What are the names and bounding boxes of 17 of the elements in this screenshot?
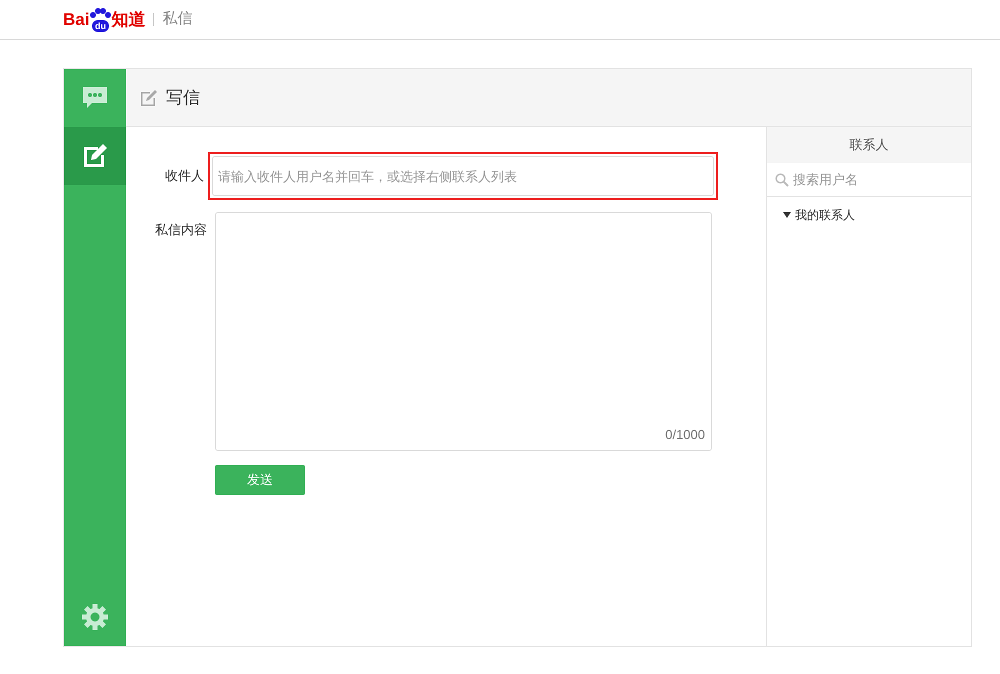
- search-icon: [775, 172, 789, 186]
- sidebar-item[interactable]: [64, 127, 126, 185]
- contacts-title: 联系人: [767, 127, 971, 163]
- field-label: 收件人: [164, 167, 205, 186]
- chat-bubble-icon: [82, 86, 108, 110]
- contact-search-field[interactable]: 搜索用户名: [793, 170, 963, 190]
- page-title: 私信: [162, 9, 192, 30]
- compose-title: 写信: [166, 86, 200, 109]
- contact-group[interactable]: 我的联系人: [767, 197, 971, 224]
- recipient-field[interactable]: 请输入收件人用户名并回车，或选择右侧联系人列表: [212, 156, 714, 196]
- edit-icon: [140, 88, 158, 106]
- edit-icon: [82, 143, 108, 169]
- field-label: 私信内容: [154, 221, 208, 239]
- logo[interactable]: Bai du 知道: [63, 6, 146, 32]
- settings-icon: [82, 604, 108, 630]
- message-field[interactable]: 0/1000: [215, 212, 712, 451]
- character-counter: 0/1000: [665, 426, 705, 444]
